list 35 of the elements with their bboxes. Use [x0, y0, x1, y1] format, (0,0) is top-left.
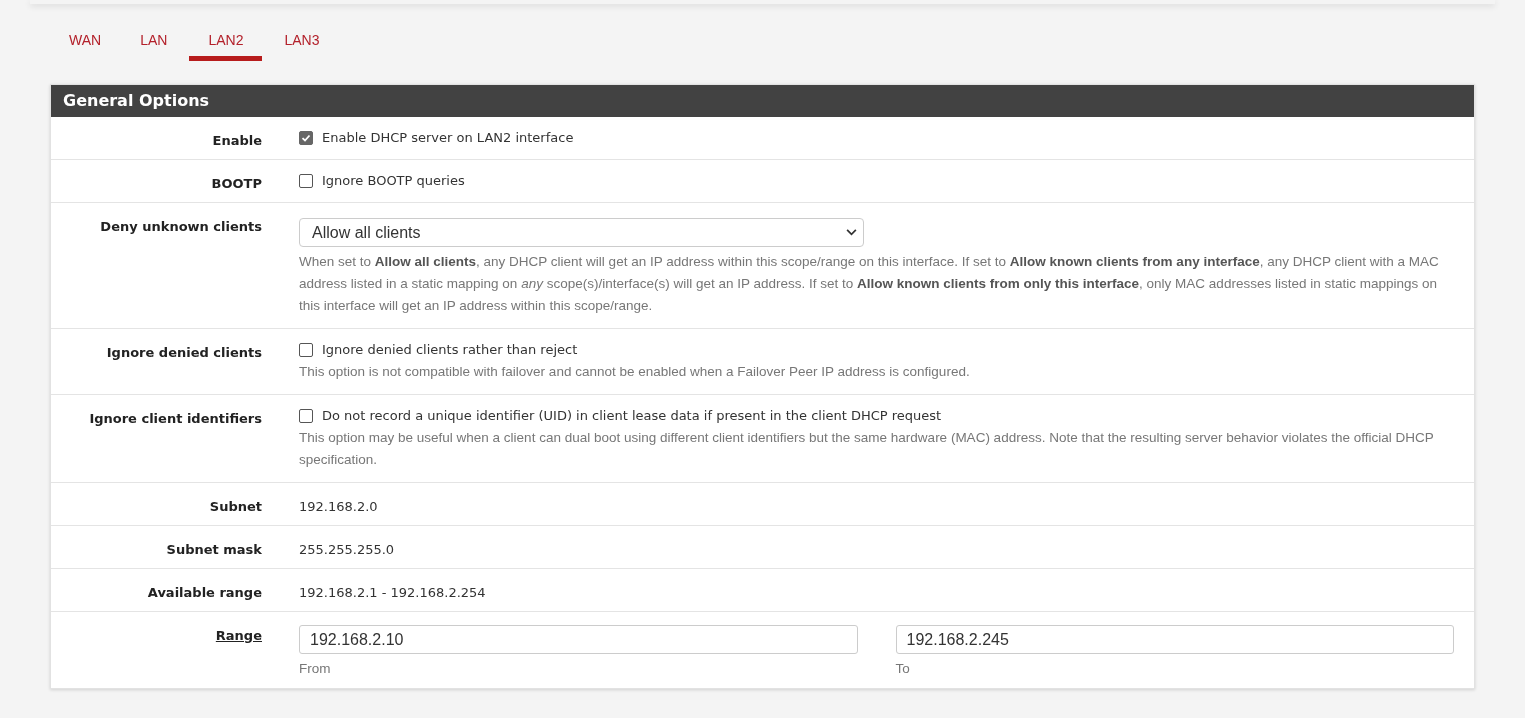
checkbox-label: Enable DHCP server on LAN2 interface [322, 130, 574, 145]
help-text: When set to Allow all clients, any DHCP client will get an IP address within this scope/range on this interface. If set to Allow known clients from any interface, any DHCP client with a MAC address listed in a static mapping on any scope(s)/interface(s) will get an IP address. If set to Allow known clients from only this interface, only MAC addresses listed in static mappings on this interface will get an IP address within this scope/range. [299, 253, 1440, 315]
input-field[interactable]: 192.168.2.245 [895, 625, 1454, 654]
input-field[interactable]: 192.168.2.10 [299, 625, 858, 654]
dropdown[interactable]: Allow all clients [299, 218, 864, 247]
field-value: 192.168.2.0 [299, 498, 378, 514]
field-value: 192.168.2.1 - 192.168.2.254 [299, 584, 486, 600]
field-label: Subnet mask [166, 542, 262, 557]
checkbox-label: Ignore BOOTP queries [322, 173, 465, 188]
checkbox[interactable] [299, 130, 313, 145]
chevron-down-icon [846, 229, 857, 236]
checkbox[interactable] [299, 342, 313, 357]
field-label-link[interactable]: Range [215, 628, 262, 643]
field-label: Deny unknown clients [100, 219, 262, 234]
help-text: This option is not compatible with failover and cannot be enabled when a Failover Peer IP address is configured. [299, 363, 971, 381]
checkbox[interactable] [299, 408, 313, 423]
field-label: Available range [147, 585, 262, 600]
field-label: Ignore denied clients [106, 345, 262, 360]
checkbox-label: Ignore denied clients rather than reject [322, 342, 578, 357]
field-label: Ignore client identifiers [89, 411, 262, 426]
checkbox[interactable] [299, 173, 313, 188]
field-value: 255.255.255.0 [299, 541, 395, 557]
field-label: Subnet [209, 499, 262, 514]
field-caption: From [299, 660, 332, 678]
interface-tab[interactable]: LAN2 [189, 20, 263, 61]
field-label: BOOTP [211, 176, 262, 191]
checkmark-icon [301, 132, 311, 143]
interface-tab[interactable]: WAN [52, 20, 119, 61]
checkbox-label: Do not record a unique identifier (UID) in client lease data if present in the client DHCP request [322, 408, 942, 423]
panel-title: General Options [51, 85, 1474, 117]
field-caption: To [895, 660, 911, 678]
interface-tab[interactable]: LAN3 [267, 20, 337, 61]
interface-tab[interactable]: LAN [123, 20, 185, 61]
help-text: This option may be useful when a client can dual boot using different client identifiers but the same hardware (MAC) address. Note that the resulting server behavior violates the official DHCP specification. [299, 429, 1435, 469]
field-label: Enable [212, 133, 262, 148]
